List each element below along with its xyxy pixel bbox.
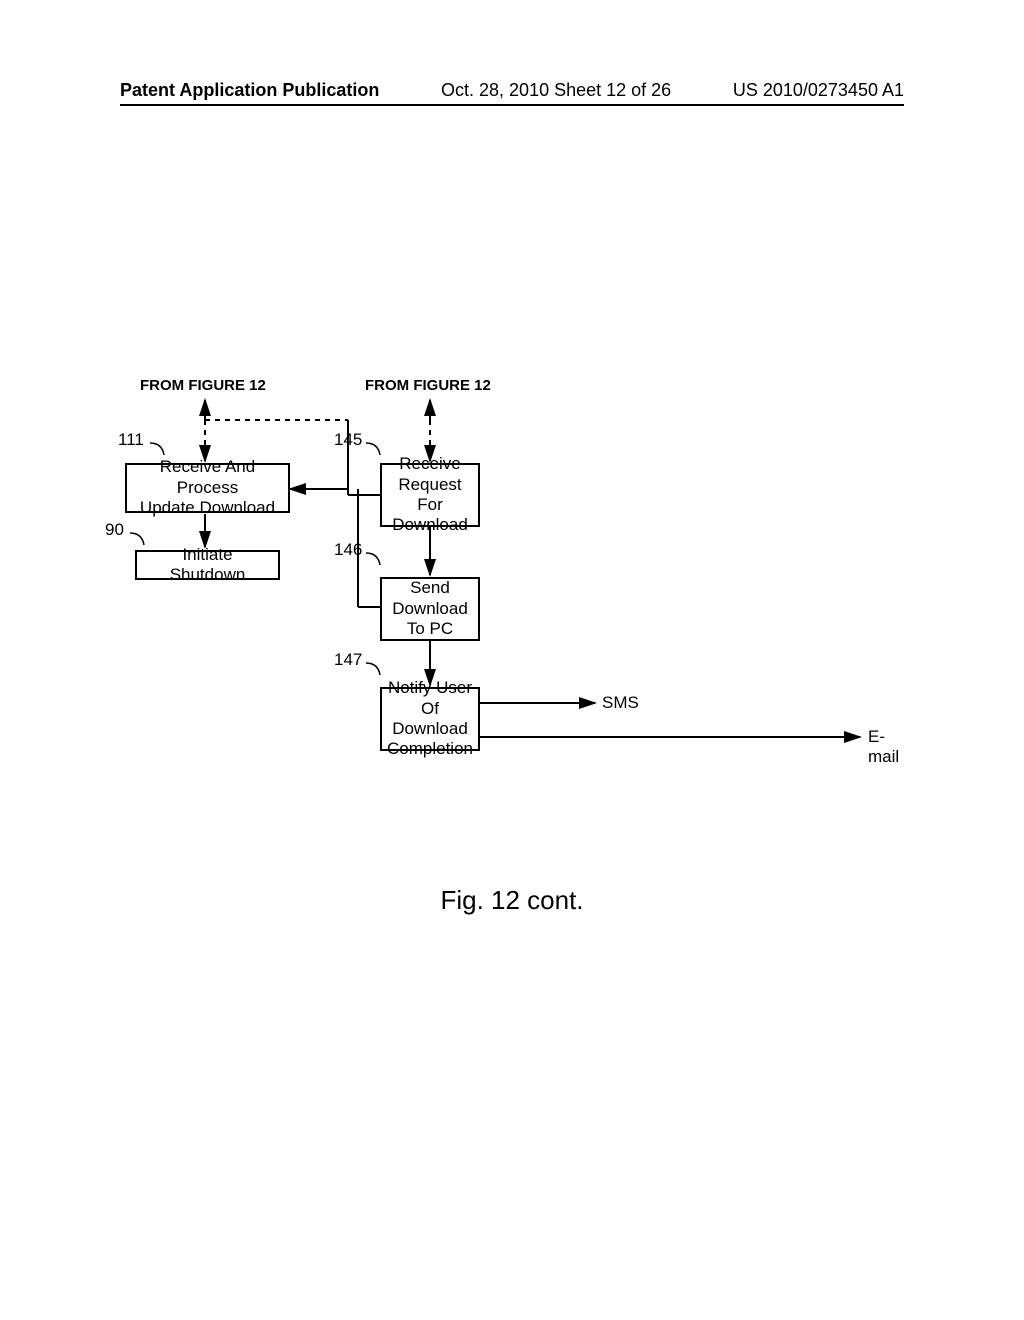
- box-147-text: Notify User Of Download Completion: [387, 678, 473, 760]
- header-rule: [120, 104, 904, 106]
- box-145-text: Receive Request For Download: [390, 454, 470, 536]
- ref-147-label: 147: [334, 650, 362, 670]
- output-sms-label: SMS: [602, 693, 639, 713]
- patent-page: Patent Application Publication Oct. 28, …: [0, 0, 1024, 1320]
- figure-caption: Fig. 12 cont.: [0, 885, 1024, 916]
- ref-146-label: 146: [334, 540, 362, 560]
- header-publication-number: US 2010/0273450 A1: [733, 80, 904, 101]
- box-send-download: Send Download To PC: [380, 577, 480, 641]
- output-email-label: E-mail: [868, 727, 904, 767]
- page-header: Patent Application Publication Oct. 28, …: [0, 80, 1024, 101]
- box-initiate-shutdown: Initiate Shutdown: [135, 550, 280, 580]
- box-111-text: Receive And Process Update Download: [135, 457, 280, 518]
- ref-145-label: 145: [334, 430, 362, 450]
- box-receive-process-update: Receive And Process Update Download: [125, 463, 290, 513]
- header-publication-type: Patent Application Publication: [120, 80, 379, 101]
- from-figure-right-label: FROM FIGURE 12: [365, 377, 491, 394]
- header-sheet-info: Oct. 28, 2010 Sheet 12 of 26: [441, 80, 671, 101]
- ref-90-label: 90: [105, 520, 124, 540]
- box-90-text: Initiate Shutdown: [145, 545, 270, 586]
- box-notify-user: Notify User Of Download Completion: [380, 687, 480, 751]
- ref-111-label: 111: [118, 430, 144, 450]
- box-receive-request: Receive Request For Download: [380, 463, 480, 527]
- from-figure-left-label: FROM FIGURE 12: [140, 377, 266, 394]
- flowchart-diagram: FROM FIGURE 12 FROM FIGURE 12 111 90 145…: [120, 395, 904, 915]
- box-146-text: Send Download To PC: [392, 578, 468, 639]
